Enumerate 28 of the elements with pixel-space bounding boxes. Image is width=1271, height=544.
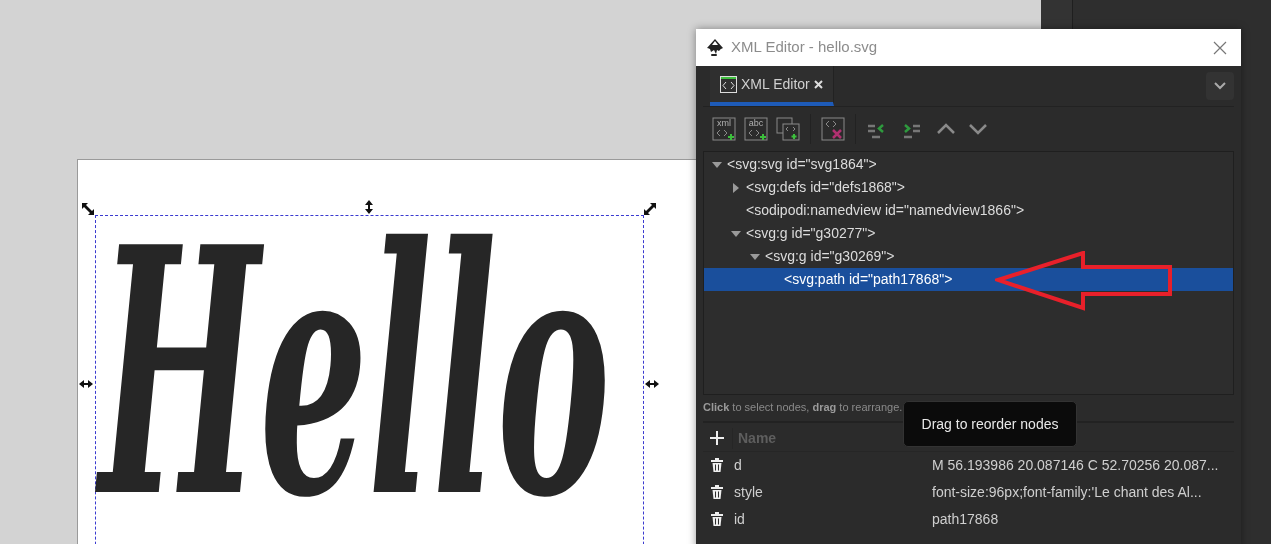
attribute-name[interactable]: id <box>734 508 932 530</box>
expanded-arrow-icon[interactable] <box>711 161 722 168</box>
resize-handle-icon[interactable] <box>80 201 96 217</box>
window-title: XML Editor - hello.svg <box>731 37 878 58</box>
hint-text: Click to select nodes, drag to rearrange. <box>703 400 904 415</box>
collapsed-arrow-icon[interactable] <box>732 182 739 193</box>
trash-icon[interactable] <box>711 485 723 499</box>
trash-icon[interactable] <box>711 512 723 526</box>
close-icon[interactable] <box>1213 40 1227 55</box>
add-icon[interactable] <box>710 431 724 445</box>
new-text-node-icon[interactable]: abc <box>744 117 768 141</box>
new-node-icon[interactable]: xml <box>712 117 736 141</box>
tab[interactable]: XML Editor <box>710 66 834 106</box>
delete-icon[interactable] <box>821 117 845 141</box>
tooltip: Drag to reorder nodes <box>903 401 1077 447</box>
tree-row[interactable]: <svg:path id="path17868"> <box>704 268 1233 291</box>
attribute-value[interactable]: path17868 <box>932 508 999 530</box>
resize-handle-icon[interactable] <box>642 201 658 217</box>
dropdown-button[interactable] <box>1206 72 1234 100</box>
app-logo-icon <box>705 37 725 58</box>
expanded-arrow-icon[interactable] <box>730 230 741 237</box>
trash-icon[interactable] <box>711 458 723 472</box>
attribute-name[interactable]: d <box>734 454 932 476</box>
duplicate-icon[interactable] <box>776 117 800 141</box>
expanded-arrow-icon[interactable] <box>749 253 760 260</box>
chevron-down-icon <box>1214 82 1226 90</box>
attribute-name[interactable]: style <box>734 481 932 503</box>
code-icon <box>720 75 737 93</box>
